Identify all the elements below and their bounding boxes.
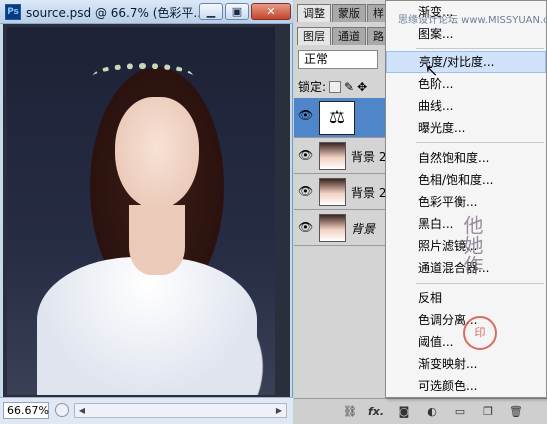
zoom-level-field[interactable]: 66.67% [3, 402, 49, 419]
restore-button[interactable]: ▣ [225, 3, 249, 20]
menu-separator [416, 48, 544, 49]
menu-item-curves[interactable]: 曲线... [386, 95, 546, 117]
layer-row[interactable]: 👁 ⚖ [294, 98, 386, 138]
status-info-icon[interactable] [55, 403, 69, 417]
menu-item-color-balance[interactable]: 色彩平衡... [386, 191, 546, 213]
layer-row[interactable]: 👁 背景 2 [294, 174, 386, 210]
new-layer-icon[interactable]: ❐ [480, 404, 496, 419]
tab-layers[interactable]: 图层 [297, 27, 331, 45]
mouse-cursor-icon: ↖ [425, 61, 439, 80]
close-button[interactable]: ✕ [251, 3, 291, 20]
fx-icon[interactable]: fx. [368, 404, 384, 419]
document-title: source.psd @ 66.7% (色彩平... [26, 6, 205, 20]
menu-item-selective-color[interactable]: 可选颜色... [386, 375, 546, 397]
tab-channels[interactable]: 通道 [332, 27, 366, 45]
minimize-button[interactable]: ▁ [199, 3, 223, 20]
layer-name: 背景 2 [351, 186, 387, 200]
layers-list: 👁 ⚖ 👁 背景 2 👁 背景 2 👁 背景 [294, 98, 386, 246]
menu-item-pattern[interactable]: 图案... [386, 23, 546, 45]
photo-neck [129, 205, 185, 275]
layer-name: 背景 [351, 222, 376, 236]
photo-canvas[interactable] [7, 27, 275, 395]
menu-item-invert[interactable]: 反相 [386, 287, 546, 309]
eye-icon[interactable]: 👁 [298, 220, 313, 234]
layers-tabs: 图层 通道 路 [297, 27, 391, 45]
document-window: Ps source.psd @ 66.7% (色彩平... ▁ ▣ ✕ 66.6… [0, 0, 293, 424]
watermark-text: 思缘设计论坛 www.MISSYUAN.com [398, 15, 547, 26]
adjustments-tabs: 调整 蒙版 样 [297, 4, 391, 22]
menu-item-vibrance[interactable]: 自然饱和度... [386, 147, 546, 169]
horizontal-scrollbar[interactable]: ◀ ▶ [74, 403, 287, 418]
layer-row[interactable]: 👁 背景 [294, 210, 386, 246]
layer-thumbnail [319, 178, 346, 206]
lock-label: 锁定: [298, 80, 327, 94]
menu-item-levels[interactable]: 色阶... [386, 73, 546, 95]
menu-item-exposure[interactable]: 曝光度... [386, 117, 546, 139]
photoshop-icon: Ps [5, 4, 21, 20]
tab-adjustments[interactable]: 调整 [297, 4, 331, 22]
photo-wreath [93, 63, 193, 89]
lock-transparent-icon[interactable] [329, 80, 342, 93]
link-icon[interactable]: ⛓ [342, 404, 358, 419]
eye-icon[interactable]: 👁 [298, 184, 313, 198]
canvas-area[interactable] [3, 24, 290, 397]
eye-icon[interactable]: 👁 [298, 148, 313, 162]
watermark-seal-icon: 印 [463, 316, 497, 350]
trash-icon[interactable]: 🗑 [508, 404, 524, 419]
layer-name: 背景 2 [351, 150, 387, 164]
blend-mode-select[interactable]: 正常 [298, 50, 378, 69]
lock-brush-icon[interactable]: ✎ [344, 80, 354, 94]
scroll-right-icon[interactable]: ▶ [272, 404, 286, 417]
folder-icon[interactable]: ▭ [452, 404, 468, 419]
layer-thumbnail [319, 214, 346, 242]
lock-move-icon[interactable]: ✥ [357, 80, 367, 94]
scroll-left-icon[interactable]: ◀ [75, 404, 89, 417]
layer-thumbnail [319, 142, 346, 170]
layers-panel-toolbar: ⛓ fx. ◙ ◐ ▭ ❐ 🗑 [294, 398, 547, 424]
balance-adjustment-icon: ⚖ [319, 101, 355, 135]
photo-face [115, 97, 199, 209]
status-bar: 66.67% ◀ ▶ [0, 397, 293, 424]
eye-icon[interactable]: 👁 [298, 108, 313, 122]
photo-dress [37, 257, 257, 395]
menu-item-hue-saturation[interactable]: 色相/饱和度... [386, 169, 546, 191]
tab-masks[interactable]: 蒙版 [332, 4, 366, 22]
document-titlebar[interactable]: Ps source.psd @ 66.7% (色彩平... ▁ ▣ ✕ [0, 0, 293, 24]
menu-separator [416, 283, 544, 284]
menu-item-brightness-contrast[interactable]: 亮度/对比度... [386, 51, 546, 73]
mask-icon[interactable]: ◙ [396, 404, 412, 419]
menu-item-gradient-map[interactable]: 渐变映射... [386, 353, 546, 375]
adjustment-icon[interactable]: ◐ [424, 404, 440, 419]
menu-separator [416, 142, 544, 143]
watermark-calligraphy: 他她作 [460, 215, 484, 275]
lock-row: 锁定: ✎ ✥ [298, 78, 367, 95]
layer-row[interactable]: 👁 背景 2 [294, 138, 386, 174]
